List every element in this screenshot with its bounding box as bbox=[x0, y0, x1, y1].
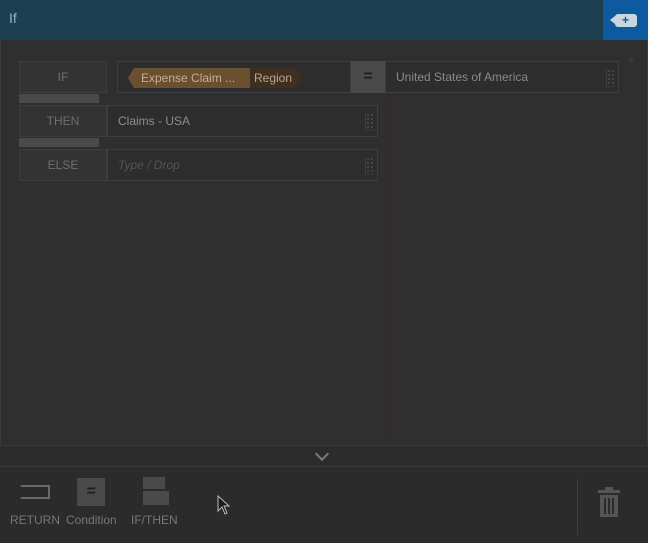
column-divider bbox=[386, 54, 390, 444]
collapse-bar[interactable] bbox=[0, 445, 648, 467]
add-tag-glyph: + bbox=[621, 12, 629, 27]
title-bar: If + bbox=[0, 0, 648, 40]
then-branch-bar bbox=[19, 138, 99, 147]
return-icon bbox=[20, 485, 50, 499]
entity-tag[interactable]: Expense Claim ... bbox=[128, 68, 250, 88]
if-value-field[interactable]: United States of America bbox=[385, 61, 619, 93]
chevron-down-icon[interactable] bbox=[314, 446, 330, 462]
then-value-text: Claims - USA bbox=[118, 114, 191, 128]
mouse-cursor-icon bbox=[217, 495, 231, 515]
if-value-text: United States of America bbox=[396, 70, 529, 84]
condition-button[interactable]: = Condition bbox=[66, 477, 117, 527]
condition-icon: = bbox=[77, 478, 106, 506]
condition-glyph: = bbox=[86, 483, 97, 500]
if-label: IF bbox=[19, 61, 107, 93]
then-label-text: THEN bbox=[46, 114, 80, 128]
else-label: ELSE bbox=[19, 149, 107, 181]
ifthen-label: IF/THEN bbox=[131, 513, 178, 527]
then-label: THEN bbox=[19, 105, 107, 137]
attribute-tag-text: Region bbox=[254, 71, 293, 85]
then-value-field[interactable]: Claims - USA bbox=[107, 105, 378, 137]
operator-button[interactable]: = bbox=[351, 61, 385, 93]
condition-label: Condition bbox=[66, 513, 117, 527]
add-tag-button[interactable]: + bbox=[603, 0, 648, 40]
drag-handle-icon[interactable] bbox=[365, 113, 374, 131]
ifthen-icon bbox=[138, 477, 170, 507]
toolbar-separator bbox=[577, 479, 578, 535]
else-label-text: ELSE bbox=[47, 158, 79, 172]
return-button[interactable]: RETURN bbox=[10, 477, 60, 527]
drag-handle-icon[interactable] bbox=[365, 157, 374, 175]
scroll-indicator bbox=[629, 58, 633, 62]
else-value-field[interactable]: Type / Drop bbox=[107, 149, 378, 181]
if-branch-bar bbox=[19, 94, 99, 103]
drag-handle-icon[interactable] bbox=[606, 69, 615, 87]
entity-tag-text: Expense Claim ... bbox=[141, 71, 236, 85]
ifthen-button[interactable]: IF/THEN bbox=[131, 477, 178, 527]
if-label-text: IF bbox=[57, 70, 69, 84]
else-placeholder-text: Type / Drop bbox=[118, 158, 180, 172]
bottom-toolbar: RETURN = Condition IF/THEN bbox=[0, 467, 648, 543]
operator-equals-icon: = bbox=[363, 68, 373, 85]
attribute-tag[interactable]: Region bbox=[250, 68, 302, 88]
return-label: RETURN bbox=[10, 513, 60, 527]
window-title: If bbox=[9, 10, 17, 26]
trash-icon[interactable] bbox=[598, 487, 620, 519]
add-tag-icon: + bbox=[609, 12, 637, 27]
